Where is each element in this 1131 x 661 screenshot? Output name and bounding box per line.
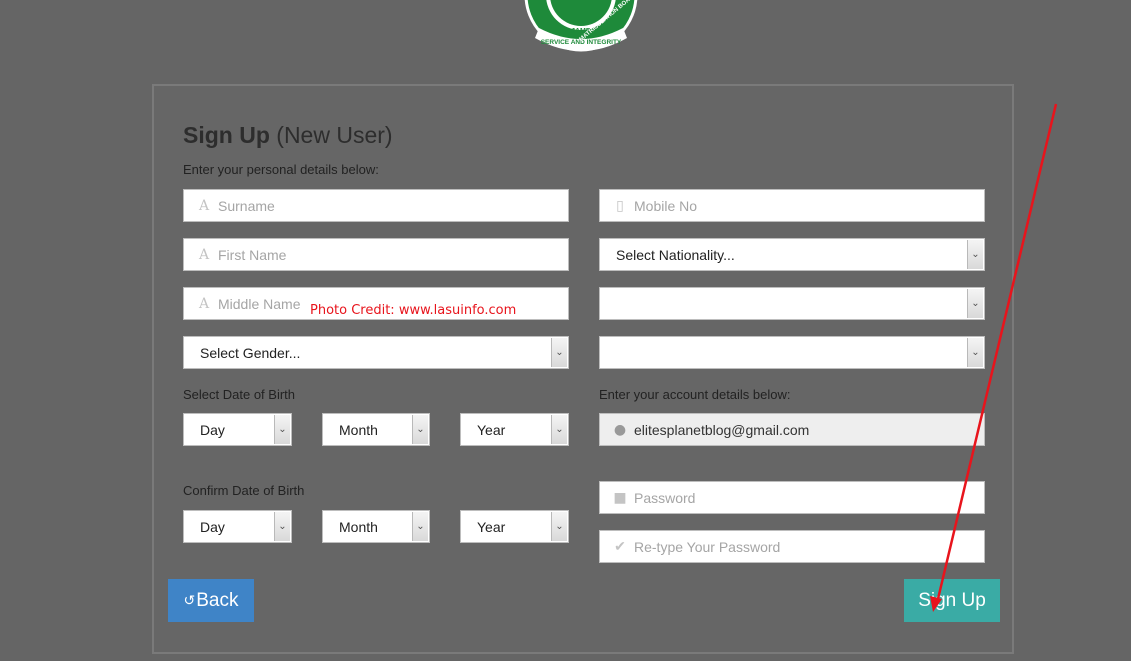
dob-label: Select Date of Birth [183,387,295,402]
chevron-down-icon: ⌄ [967,338,983,367]
title-strong: Sign Up [183,122,270,148]
jamb-logo: JAMB SERVICE AND INTEGRITY MATRICULATION… [524,0,639,52]
dob-month-selected: Month [339,421,378,438]
chevron-down-icon: ⌄ [274,512,290,541]
dob-day-selected: Day [200,421,225,438]
page-title: Sign Up (New User) [183,122,393,149]
retype-password-field[interactable]: ✔ Re-type Your Password [599,530,985,563]
chevron-down-icon: ⌄ [274,415,290,444]
dob-year-select[interactable]: Year ⌄ [460,413,569,446]
confirm-dob-label: Confirm Date of Birth [183,483,305,498]
first-name-field[interactable]: A First Name [183,238,569,271]
confirm-dob-day-selected: Day [200,518,225,535]
gender-selected: Select Gender... [200,344,301,361]
gender-select[interactable]: Select Gender... ⌄ [183,336,569,369]
confirm-dob-day-select[interactable]: Day ⌄ [183,510,292,543]
chevron-down-icon: ⌄ [412,415,428,444]
confirm-dob-year-selected: Year [477,518,506,535]
retype-password-placeholder: Re-type Your Password [634,538,781,555]
chevron-down-icon: ⌄ [551,338,567,367]
email-value: elitesplanetblog@gmail.com [634,421,810,438]
surname-placeholder: Surname [218,197,275,214]
password-field[interactable]: ■ Password [599,481,985,514]
dob-day-select[interactable]: Day ⌄ [183,413,292,446]
photo-credit-watermark: Photo Credit: www.lasuinfo.com [310,303,517,318]
confirm-dob-year-select[interactable]: Year ⌄ [460,510,569,543]
mobile-field[interactable]: ▯ Mobile No [599,189,985,222]
lga-select[interactable]: ⌄ [599,336,985,369]
chevron-down-icon: ⌄ [551,512,567,541]
signup-button[interactable]: Sign Up [904,579,1000,622]
chevron-down-icon: ⌄ [551,415,567,444]
check-icon: ✔ [614,538,626,555]
nationality-selected: Select Nationality... [616,246,735,263]
arrow-left-circle-icon: ↺ [183,592,196,608]
confirm-dob-month-select[interactable]: Month ⌄ [322,510,430,543]
font-icon: A [198,295,210,312]
middle-name-placeholder: Middle Name [218,295,301,312]
back-button[interactable]: ↺ Back [168,579,254,622]
nationality-select[interactable]: Select Nationality... ⌄ [599,238,985,271]
dob-month-select[interactable]: Month ⌄ [322,413,430,446]
surname-field[interactable]: A Surname [183,189,569,222]
title-light: (New User) [276,122,393,148]
lock-icon: ■ [613,489,627,506]
chevron-down-icon: ⌄ [967,240,983,269]
confirm-dob-month-selected: Month [339,518,378,535]
password-placeholder: Password [634,489,696,506]
dob-year-selected: Year [477,421,506,438]
mobile-icon: ▯ [616,197,624,214]
signup-button-label: Sign Up [918,589,986,611]
personal-details-label: Enter your personal details below: [183,162,379,177]
state-select[interactable]: ⌄ [599,287,985,320]
back-button-label: Back [196,589,239,611]
account-details-label: Enter your account details below: [599,387,791,402]
chevron-down-icon: ⌄ [412,512,428,541]
mobile-placeholder: Mobile No [634,197,698,214]
first-name-placeholder: First Name [218,246,287,263]
font-icon: A [198,197,210,214]
chevron-down-icon: ⌄ [967,289,983,318]
email-field[interactable]: ● elitesplanetblog@gmail.com [599,413,985,446]
user-icon: ● [613,421,627,438]
font-icon: A [198,246,210,263]
